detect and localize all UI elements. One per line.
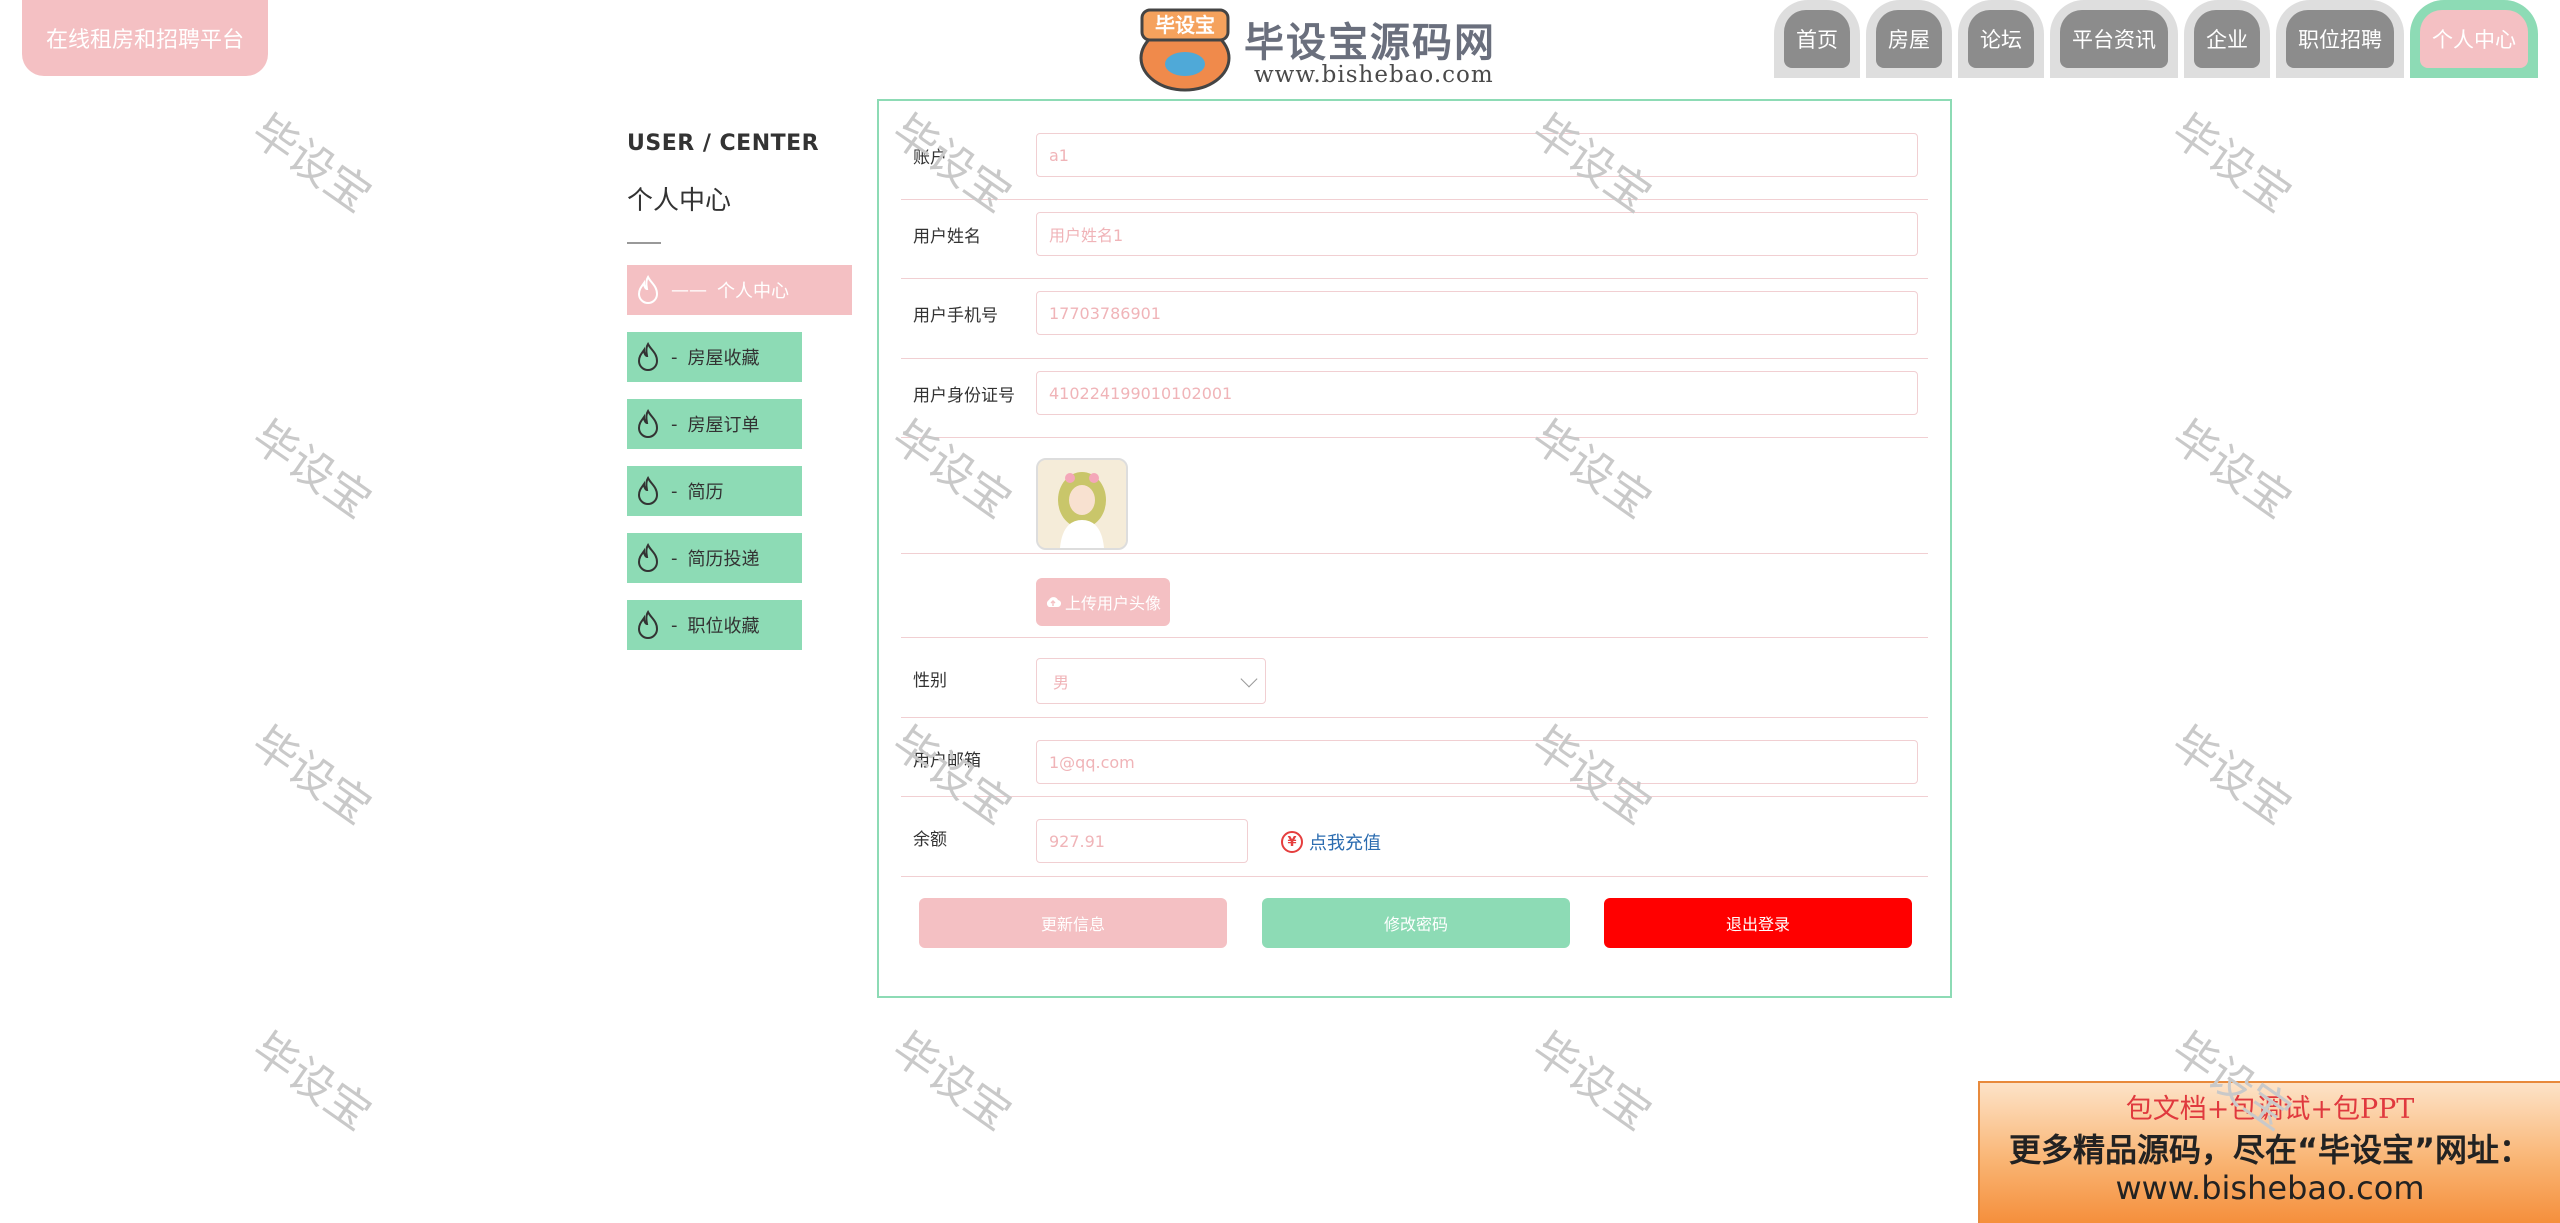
sidebar-item-house-favorites[interactable]: - 房屋收藏: [627, 332, 802, 382]
nav-label: 平台资讯: [2060, 10, 2168, 68]
watermark: 毕设宝: [2162, 410, 2301, 529]
account-input[interactable]: a1: [1036, 133, 1918, 177]
id-card-label: 用户身份证号: [913, 386, 1015, 406]
cloud-upload-icon: [1046, 597, 1061, 608]
name-label: 用户姓名: [913, 227, 981, 247]
gender-label: 性别: [913, 671, 947, 691]
email-label: 用户邮箱: [913, 751, 981, 771]
watermark: 毕设宝: [882, 1022, 1021, 1141]
avatar-image: [1038, 460, 1126, 548]
row-id-card: 用户身份证号 410224199010102001: [901, 359, 1928, 438]
nav-user-center[interactable]: 个人中心: [2410, 0, 2538, 78]
flame-icon: [637, 409, 659, 438]
watermark: 毕设宝: [242, 716, 381, 835]
row-email: 用户邮箱 1@qq.com: [901, 718, 1928, 797]
menu-label: 职位收藏: [687, 616, 760, 637]
balance-label: 余额: [913, 830, 947, 850]
nav-label: 首页: [1784, 10, 1850, 68]
row-phone: 用户手机号 17703786901: [901, 279, 1928, 359]
promo-line-2: 更多精品源码，尽在“毕设宝”网址：: [2008, 1131, 2532, 1169]
menu-label: 房屋收藏: [687, 348, 760, 369]
watermark: 毕设宝: [2162, 716, 2301, 835]
nav-label: 房屋: [1876, 10, 1942, 68]
watermark: 毕设宝: [1522, 1022, 1661, 1141]
phone-label: 用户手机号: [913, 306, 998, 326]
nav-label: 职位招聘: [2286, 10, 2394, 68]
nav-label: 论坛: [1968, 10, 2034, 68]
nav-home[interactable]: 首页: [1774, 0, 1860, 78]
user-info-form: 账户 a1 用户姓名 用户姓名1 用户手机号 17703786901 用户身份证…: [877, 99, 1952, 998]
nav-forum[interactable]: 论坛: [1958, 0, 2044, 78]
yen-icon: ¥: [1281, 831, 1303, 853]
flame-icon: [637, 275, 659, 304]
menu-prefix: -: [671, 413, 678, 435]
update-info-button[interactable]: 更新信息: [919, 898, 1227, 948]
gender-value: 男: [1053, 673, 1070, 692]
flame-icon: [637, 342, 659, 371]
menu-prefix: -: [671, 346, 678, 368]
nav-label: 企业: [2194, 10, 2260, 68]
recharge-link[interactable]: ¥ 点我充值: [1281, 829, 1381, 855]
sidebar-divider: [627, 242, 661, 244]
watermark: 毕设宝: [2162, 104, 2301, 223]
upload-label: 上传用户头像: [1064, 594, 1161, 613]
balance-input: 927.91: [1036, 819, 1248, 863]
recharge-label: 点我充值: [1309, 833, 1381, 854]
sidebar-item-resume[interactable]: - 简历: [627, 466, 802, 516]
menu-label: 房屋订单: [687, 415, 760, 436]
promo-banner[interactable]: 包文档+包调试+包PPT 更多精品源码，尽在“毕设宝”网址： www.bishe…: [1978, 1081, 2560, 1223]
sidebar-heading: 个人中心: [627, 186, 732, 216]
logo-badge-text: 毕设宝: [1155, 13, 1215, 37]
row-name: 用户姓名 用户姓名1: [901, 200, 1928, 279]
upload-avatar-button[interactable]: 上传用户头像: [1036, 578, 1170, 626]
watermark: 毕设宝: [242, 1022, 381, 1141]
menu-prefix: -: [671, 614, 678, 636]
flame-icon: [637, 543, 659, 572]
sidebar-menu: —— 个人中心 - 房屋收藏 - 房屋订单 - 简历 - 简历投递 - 职位收藏: [627, 265, 852, 667]
menu-prefix: ——: [671, 279, 707, 301]
logo-badge-icon: 毕设宝: [1139, 8, 1231, 92]
row-upload: 上传用户头像: [901, 554, 1928, 638]
menu-label: 简历: [687, 482, 724, 503]
site-logo[interactable]: 毕设宝 毕设宝源码网 www.bishebao.com: [1136, 0, 1514, 96]
sidebar-heading-en: USER / CENTER: [627, 131, 820, 156]
name-input[interactable]: 用户姓名1: [1036, 212, 1918, 256]
row-gender: 性别 男: [901, 638, 1928, 718]
menu-prefix: -: [671, 547, 678, 569]
avatar: [1036, 458, 1128, 550]
menu-label: 简历投递: [687, 549, 760, 570]
logout-button[interactable]: 退出登录: [1604, 898, 1912, 948]
flame-icon: [637, 610, 659, 639]
logo-title: 毕设宝源码网: [1244, 20, 1496, 66]
change-password-button[interactable]: 修改密码: [1262, 898, 1570, 948]
top-nav: 首页 房屋 论坛 平台资讯 企业 职位招聘 个人中心: [1774, 0, 2538, 78]
sidebar-item-job-favorites[interactable]: - 职位收藏: [627, 600, 802, 650]
id-card-input[interactable]: 410224199010102001: [1036, 371, 1918, 415]
row-account: 账户 a1: [901, 121, 1928, 200]
promo-line-3: www.bishebao.com: [2115, 1169, 2425, 1207]
gender-select[interactable]: 男: [1036, 658, 1266, 704]
nav-label: 个人中心: [2420, 10, 2528, 68]
account-label: 账户: [913, 148, 947, 168]
watermark: 毕设宝: [242, 410, 381, 529]
site-title[interactable]: 在线租房和招聘平台: [22, 0, 268, 76]
row-avatar: [901, 438, 1928, 554]
flame-icon: [637, 476, 659, 505]
logo-url: www.bishebao.com: [1254, 62, 1494, 88]
sidebar-item-house-orders[interactable]: - 房屋订单: [627, 399, 802, 449]
sidebar-item-resume-submissions[interactable]: - 简历投递: [627, 533, 802, 583]
promo-line-1: 包文档+包调试+包PPT: [2125, 1094, 2415, 1125]
email-input[interactable]: 1@qq.com: [1036, 740, 1918, 784]
nav-news[interactable]: 平台资讯: [2050, 0, 2178, 78]
menu-prefix: -: [671, 480, 678, 502]
watermark: 毕设宝: [242, 104, 381, 223]
nav-company[interactable]: 企业: [2184, 0, 2270, 78]
menu-label: 个人中心: [717, 281, 789, 302]
phone-input[interactable]: 17703786901: [1036, 291, 1918, 335]
row-balance: 余额 927.91 ¥ 点我充值: [901, 797, 1928, 877]
chevron-down-icon: [1240, 670, 1258, 688]
sidebar-item-user-center[interactable]: —— 个人中心: [627, 265, 852, 315]
nav-jobs[interactable]: 职位招聘: [2276, 0, 2404, 78]
nav-houses[interactable]: 房屋: [1866, 0, 1952, 78]
